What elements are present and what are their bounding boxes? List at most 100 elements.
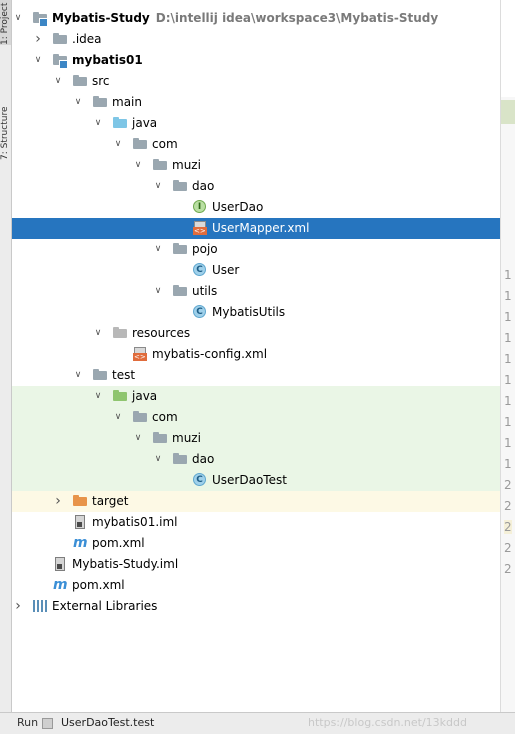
iml-glyph <box>55 557 65 571</box>
expand-arrow-icon[interactable]: ∨ <box>72 92 84 113</box>
tree-row[interactable]: Mybatis-Study.iml <box>12 554 500 575</box>
tree-row[interactable]: UserMapper.xml <box>12 218 500 239</box>
resources-folder-shape <box>113 327 127 338</box>
tree-row[interactable]: › External Libraries <box>12 596 500 617</box>
test-class-icon: C <box>192 473 208 488</box>
tree-item-label: utils <box>192 284 218 298</box>
xml-glyph <box>193 221 207 235</box>
collapse-arrow-icon[interactable]: › <box>32 29 44 50</box>
expand-arrow-icon[interactable]: ∨ <box>132 428 144 449</box>
tree-row[interactable]: m pom.xml <box>12 575 500 596</box>
collapse-arrow-icon[interactable]: › <box>12 596 24 617</box>
tree-row[interactable]: ∨ test <box>12 365 500 386</box>
source-folder-icon <box>112 116 128 131</box>
folder-shape <box>93 96 107 107</box>
left-tool-strip: 1: Project 7: Structure <box>0 0 12 712</box>
expand-arrow-icon[interactable]: ∨ <box>152 449 164 470</box>
folder-shape <box>93 369 107 380</box>
maven-glyph: m <box>73 535 88 551</box>
project-tree: ∨ Mybatis-Study D:\intellij idea\workspace… <box>12 8 500 708</box>
expand-arrow-icon[interactable]: ∨ <box>132 155 144 176</box>
excluded-folder-shape <box>73 495 87 506</box>
package-shape <box>173 180 187 191</box>
tree-item-label: java <box>132 389 158 403</box>
run-tab-label[interactable]: Run <box>17 713 38 733</box>
tree-row[interactable]: ∨ mybatis01 <box>12 50 500 71</box>
tree-row[interactable]: ∨ dao <box>12 449 500 470</box>
iml-file-icon <box>72 515 88 530</box>
expand-arrow-icon[interactable]: ∨ <box>152 281 164 302</box>
tree-row[interactable]: ∨ muzi <box>12 428 500 449</box>
tree-row[interactable]: I UserDao <box>12 197 500 218</box>
package-icon <box>172 242 188 257</box>
line-number: 1 <box>504 457 512 471</box>
tree-item-label: Mybatis-Study D:\intellij idea\workspace3… <box>52 11 439 25</box>
folder-icon <box>92 95 108 110</box>
tree-item-label: com <box>152 137 178 151</box>
expand-arrow-icon[interactable]: ∨ <box>112 407 124 428</box>
expand-arrow-icon[interactable]: ∨ <box>92 113 104 134</box>
expand-arrow-icon[interactable]: ∨ <box>12 8 24 29</box>
tree-row[interactable]: ∨ java <box>12 113 500 134</box>
tree-row[interactable]: C MybatisUtils <box>12 302 500 323</box>
tree-row[interactable]: mybatis-config.xml <box>12 344 500 365</box>
line-number: 2 <box>504 541 512 555</box>
tree-item-label: pom.xml <box>92 536 145 550</box>
collapse-arrow-icon[interactable]: › <box>52 491 64 512</box>
expand-arrow-icon[interactable]: ∨ <box>92 386 104 407</box>
xml-glyph <box>133 347 147 361</box>
iml-file-icon <box>52 557 68 572</box>
tree-item-label: muzi <box>172 158 201 172</box>
expand-arrow-icon[interactable]: ∨ <box>112 134 124 155</box>
package-icon <box>152 431 168 446</box>
tree-row[interactable]: C User <box>12 260 500 281</box>
tree-row[interactable]: ∨ pojo <box>12 239 500 260</box>
expand-arrow-icon[interactable]: ∨ <box>152 239 164 260</box>
line-number: 1 <box>504 331 512 345</box>
line-number: 1 <box>504 394 512 408</box>
test-class-glyph: C <box>193 473 206 486</box>
expand-arrow-icon[interactable]: ∨ <box>152 176 164 197</box>
folder-shape <box>73 75 87 86</box>
expand-arrow-icon[interactable]: ∨ <box>72 365 84 386</box>
expand-arrow-icon[interactable]: ∨ <box>32 50 44 71</box>
line-number: 2 <box>504 562 512 576</box>
tree-row[interactable]: ∨ java <box>12 386 500 407</box>
tree-row[interactable]: ∨ Mybatis-Study D:\intellij idea\workspace… <box>12 8 500 29</box>
package-icon <box>172 179 188 194</box>
tree-row[interactable]: mybatis01.iml <box>12 512 500 533</box>
module-folder-icon <box>52 53 68 69</box>
tree-row[interactable]: C UserDaoTest <box>12 470 500 491</box>
package-shape <box>133 411 147 422</box>
tree-row[interactable]: ∨ muzi <box>12 155 500 176</box>
structure-tool-tab[interactable]: 7: Structure <box>0 78 11 161</box>
tree-item-label: target <box>92 494 129 508</box>
tree-row[interactable]: ∨ src <box>12 71 500 92</box>
tree-row[interactable]: ∨ main <box>12 92 500 113</box>
tree-row[interactable]: m pom.xml <box>12 533 500 554</box>
iml-glyph <box>75 515 85 529</box>
tree-row[interactable]: ∨ resources <box>12 323 500 344</box>
libraries-glyph <box>33 600 47 612</box>
package-icon <box>152 158 168 173</box>
tree-row[interactable]: ∨ utils <box>12 281 500 302</box>
class-icon: C <box>192 305 208 320</box>
expand-arrow-icon[interactable]: ∨ <box>52 71 64 92</box>
tree-row[interactable]: ∨ dao <box>12 176 500 197</box>
tree-item-label: mybatis01.iml <box>92 515 178 529</box>
tree-row[interactable]: ∨ com <box>12 134 500 155</box>
class-icon: C <box>192 263 208 278</box>
tree-item-label: mybatis01 <box>72 53 143 67</box>
tree-item-label: java <box>132 116 158 130</box>
tree-item-label: dao <box>192 179 215 193</box>
project-tool-tab[interactable]: 1: Project <box>0 0 11 45</box>
class-glyph: C <box>193 305 206 318</box>
folder-icon <box>92 368 108 383</box>
tree-row[interactable]: › target <box>12 491 500 512</box>
run-config-name[interactable]: UserDaoTest.test <box>61 713 154 733</box>
tree-row[interactable]: › .idea <box>12 29 500 50</box>
expand-arrow-icon[interactable]: ∨ <box>92 323 104 344</box>
package-shape <box>153 159 167 170</box>
line-number: 1 <box>504 268 512 282</box>
tree-row[interactable]: ∨ com <box>12 407 500 428</box>
